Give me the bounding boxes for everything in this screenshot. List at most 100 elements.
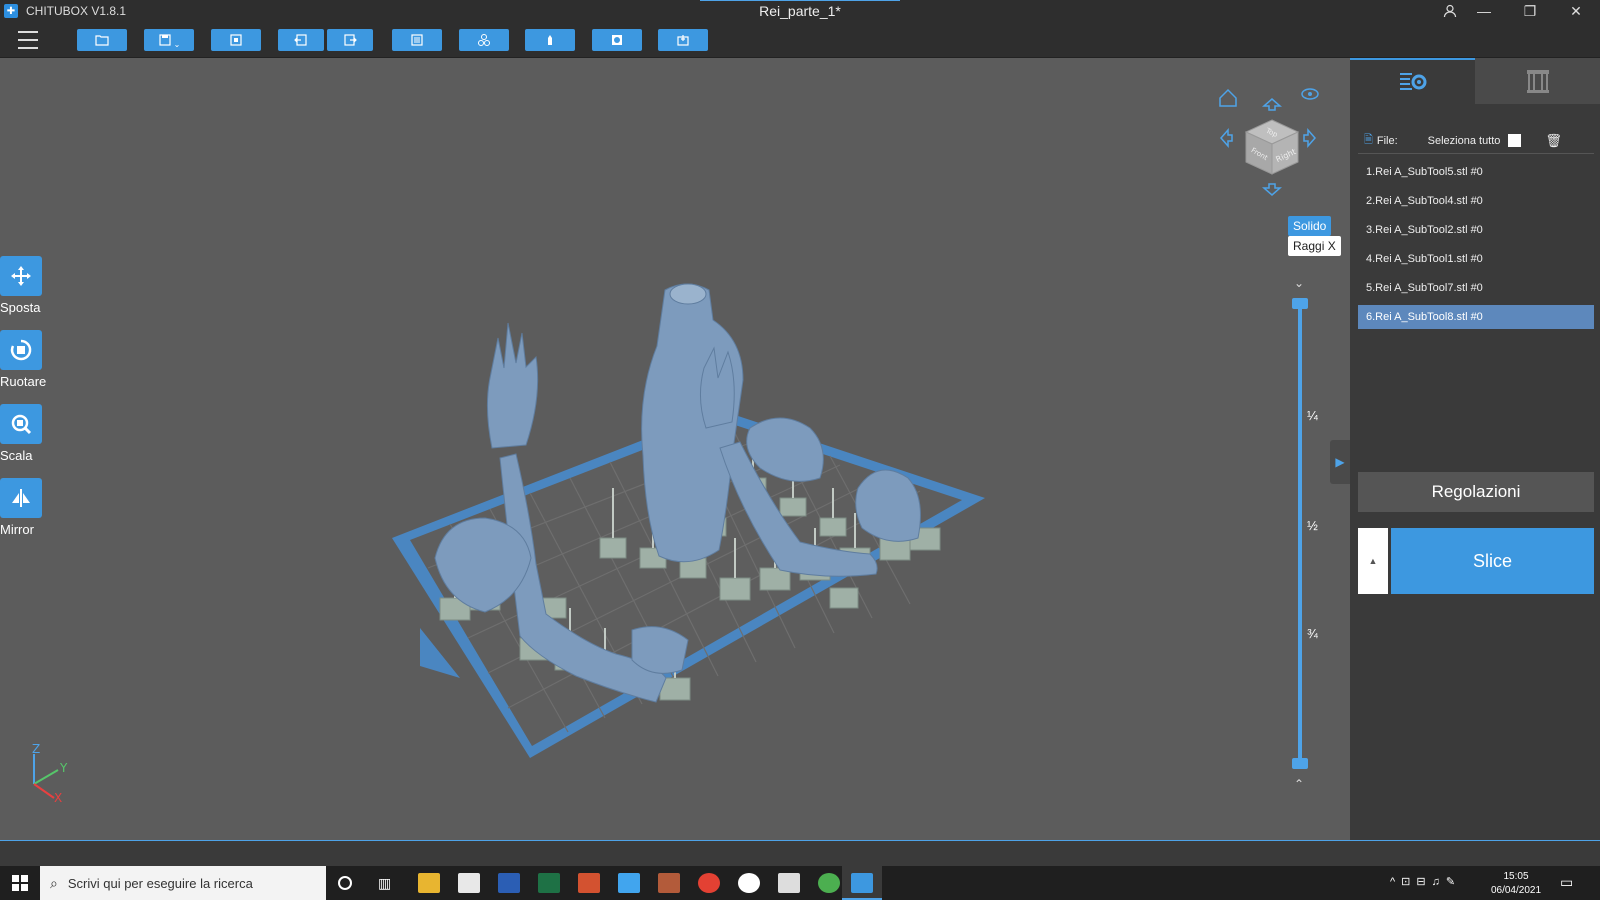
- panel-toggle-button[interactable]: ▶: [1330, 440, 1350, 484]
- restore-icon: ❐: [1523, 2, 1537, 19]
- app-icon[interactable]: [658, 873, 680, 893]
- taskbar-search-box[interactable]: ⌕ Scrivi qui per eseguire la ricerca: [40, 866, 326, 900]
- home-view-icon[interactable]: [1219, 88, 1237, 107]
- list-item[interactable]: 1.Rei A_SubTool5.stl #0: [1358, 160, 1594, 184]
- arrow-down-icon[interactable]: [1262, 183, 1282, 196]
- tab-printer[interactable]: [1475, 58, 1600, 104]
- model-hand-left[interactable]: [486, 322, 539, 449]
- document-title: Rei_parte_1*: [759, 3, 841, 19]
- drill-button[interactable]: [658, 29, 708, 51]
- title-bar: ✚ CHITUBOX V1.8.1 Rei_parte_1* — ❐ ✕: [0, 0, 1600, 22]
- hollow-icon: [612, 35, 622, 45]
- tool-move-label: Sposta: [0, 300, 41, 315]
- save-icon: [159, 34, 171, 46]
- scale-icon: [0, 404, 42, 444]
- layout-button[interactable]: [392, 29, 442, 51]
- search-placeholder: Scrivi qui per eseguire la ricerca: [67, 875, 253, 891]
- hollow-button[interactable]: [592, 29, 642, 51]
- powerpoint-icon[interactable]: [578, 873, 600, 893]
- layer-slider-top-handle[interactable]: [1292, 298, 1308, 309]
- minimize-button[interactable]: —: [1462, 0, 1506, 22]
- task-view-icon[interactable]: ▥: [378, 875, 391, 892]
- chevron-up-icon[interactable]: ⌃: [1294, 760, 1304, 790]
- app-title: CHITUBOX V1.8.1: [26, 4, 127, 18]
- adjust-button[interactable]: Regolazioni: [1358, 472, 1594, 512]
- layer-slider-track[interactable]: [1298, 302, 1302, 764]
- build-scene[interactable]: [0, 58, 1350, 840]
- select-all-label: Seleziona tutto: [1427, 134, 1501, 147]
- list-item[interactable]: 2.Rei A_SubTool4.stl #0: [1358, 189, 1594, 213]
- app-icon-2[interactable]: [818, 873, 840, 893]
- trash-icon[interactable]: 🗑: [1545, 133, 1562, 149]
- auto-arrange-button[interactable]: [459, 29, 509, 51]
- close-button[interactable]: ✕: [1554, 0, 1598, 22]
- store-icon[interactable]: [458, 873, 480, 893]
- undo-button[interactable]: [278, 29, 324, 51]
- save-button[interactable]: ⌄: [144, 29, 194, 51]
- tool-rotate-label: Ruotare: [0, 374, 47, 389]
- word-icon[interactable]: [498, 873, 520, 893]
- utility-icon[interactable]: [738, 873, 760, 893]
- arrow-up-icon[interactable]: [1262, 98, 1282, 111]
- menu-button[interactable]: [18, 31, 38, 49]
- tool-scale[interactable]: Scala: [0, 404, 44, 463]
- list-item[interactable]: 5.Rei A_SubTool7.stl #0: [1358, 276, 1594, 300]
- tool-mirror[interactable]: Mirror: [0, 478, 44, 537]
- title-accent-line: [700, 0, 900, 1]
- eye-icon[interactable]: [1301, 88, 1319, 100]
- taskbar: ⌕ Scrivi qui per eseguire la ricerca ▥ ^…: [0, 866, 1600, 900]
- notifications-icon[interactable]: ▭: [1560, 874, 1573, 891]
- solid-view-button[interactable]: Solido: [1288, 216, 1332, 236]
- select-all-checkbox[interactable]: [1508, 134, 1522, 147]
- arrow-left-icon[interactable]: [1220, 128, 1233, 148]
- search-icon: ⌕: [50, 874, 58, 891]
- slice-options-button[interactable]: ▲: [1358, 528, 1388, 594]
- tool-rotate[interactable]: Ruotare: [0, 330, 47, 389]
- chitubox-logo-icon: ✚: [4, 4, 18, 18]
- arrow-right-icon: ▶: [1335, 455, 1345, 469]
- support-button[interactable]: [525, 29, 575, 51]
- axis-y-label: Y: [59, 761, 68, 775]
- xray-view-button[interactable]: Raggi X: [1288, 236, 1341, 256]
- chrome-icon[interactable]: [698, 873, 720, 893]
- file-explorer-icon[interactable]: [418, 873, 440, 893]
- excel-icon[interactable]: [538, 873, 560, 893]
- slider-mark-half: ½: [1307, 518, 1318, 533]
- list-item-selected[interactable]: 6.Rei A_SubTool8.stl #0: [1358, 305, 1594, 329]
- redo-button[interactable]: [327, 29, 373, 51]
- arrow-right-icon[interactable]: [1303, 128, 1316, 148]
- redo-icon: [344, 34, 357, 46]
- mirror-icon: [0, 478, 42, 518]
- layout-icon: [411, 34, 423, 46]
- clock-time: 15:05: [1503, 871, 1529, 882]
- view-cube[interactable]: Top Front Right: [1244, 119, 1300, 175]
- tool-move[interactable]: Sposta: [0, 256, 44, 315]
- cortana-icon[interactable]: [338, 876, 352, 890]
- list-item[interactable]: 3.Rei A_SubTool2.stl #0: [1358, 218, 1594, 242]
- main-toolbar: ⌄: [0, 22, 1600, 58]
- model-hair-2[interactable]: [855, 469, 921, 542]
- list-item[interactable]: 4.Rei A_SubTool1.stl #0: [1358, 247, 1594, 271]
- tab-settings[interactable]: [1350, 58, 1475, 104]
- chevron-down-icon[interactable]: ⌄: [1294, 276, 1304, 290]
- auto-arrange-icon: [478, 34, 490, 46]
- model-neck[interactable]: [669, 283, 707, 305]
- zbrush-icon[interactable]: [778, 873, 800, 893]
- publisher-icon[interactable]: [618, 873, 640, 893]
- minimize-icon: —: [1477, 3, 1491, 19]
- windows-start-button[interactable]: [12, 875, 28, 896]
- slice-button[interactable]: Slice: [1391, 528, 1594, 594]
- axis-z-label: Z: [32, 744, 40, 756]
- restore-button[interactable]: ❐: [1508, 0, 1552, 22]
- import-icon: [230, 34, 242, 46]
- view-cube-widget[interactable]: Top Front Right: [1210, 80, 1320, 200]
- clock[interactable]: 15:05 06/04/2021: [1486, 870, 1546, 898]
- drill-icon: [677, 35, 689, 46]
- system-tray-icons[interactable]: ^⊡⊟♫✎: [1390, 875, 1461, 888]
- chitubox-taskbar-button[interactable]: [842, 866, 882, 900]
- 3d-viewport[interactable]: Sposta Ruotare Scala Mirror Top Front Ri…: [0, 58, 1350, 840]
- import-button[interactable]: [211, 29, 261, 51]
- open-file-button[interactable]: [77, 29, 127, 51]
- chitubox-icon: [851, 873, 873, 893]
- clock-date: 06/04/2021: [1490, 885, 1542, 896]
